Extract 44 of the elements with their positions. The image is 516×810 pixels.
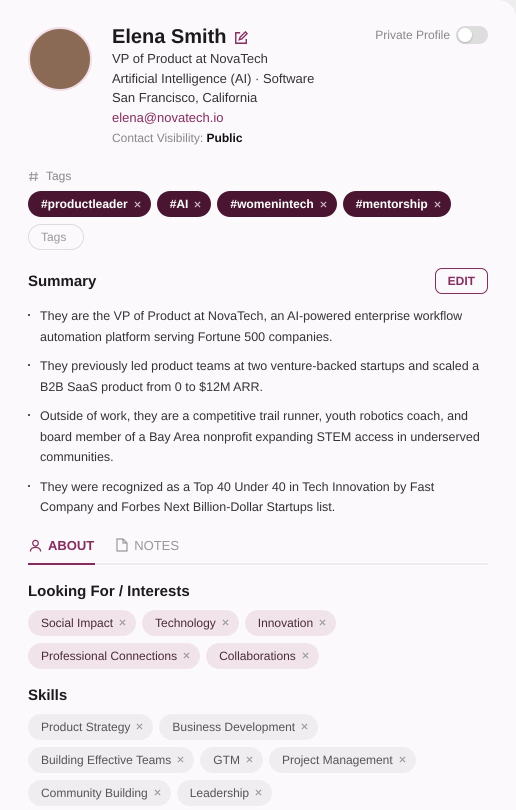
remove-icon[interactable] bbox=[434, 200, 441, 208]
edit-button[interactable]: EDIT bbox=[434, 268, 488, 294]
skills-heading: Skills bbox=[28, 686, 68, 704]
summary-bullet-text: They are the VP of Product at NovaTech, an AI-powered enterprise workflow automation platform serving Fortune 500 companies. bbox=[40, 308, 464, 346]
job-title: VP of Product at NovaTech bbox=[112, 50, 269, 68]
summary-bullet-text: They previously led product teams at two venture-backed startups and scaled a B2B SaaS product from 0 to $12M ARR. bbox=[40, 358, 480, 396]
skill-chip[interactable]: Building Effective Teams bbox=[28, 746, 194, 772]
visibility-label: Contact Visibility: bbox=[112, 131, 204, 145]
profile-name: Elena Smith bbox=[112, 26, 226, 49]
summary-bullet-text: Outside of work, they are a competitive trail runner, youth robotics coach, and board member of a Bay Area nonprofit expanding STEM access in underserved communities. bbox=[40, 408, 481, 466]
tag-chip[interactable]: #productleader bbox=[28, 191, 151, 217]
skill-chip[interactable]: Community Building bbox=[28, 780, 171, 806]
location-text: San Francisco, California bbox=[112, 89, 258, 107]
interest-chip[interactable]: Technology bbox=[142, 610, 239, 636]
skill-chip[interactable]: Business Development bbox=[159, 714, 318, 740]
tags-label: Tags bbox=[46, 169, 72, 183]
skill-chip[interactable]: GTM bbox=[200, 746, 263, 772]
email-link[interactable]: elena@novatech.io bbox=[112, 108, 314, 127]
interest-chip[interactable]: Collaborations bbox=[206, 642, 319, 668]
skill-chip[interactable]: Project Management bbox=[268, 746, 416, 772]
summary-heading: Summary bbox=[28, 272, 96, 290]
summary-bullet-text: They were recognized as a Top 40 Under 40 in Tech Innovation by Fast Company and Forbes Next Billion-Dollar Startups list. bbox=[40, 478, 436, 516]
remove-icon[interactable] bbox=[194, 200, 202, 208]
tab[interactable]: ABOUT bbox=[28, 534, 96, 564]
interests-heading: Looking For / Interests bbox=[28, 582, 191, 600]
hash-icon bbox=[28, 170, 39, 182]
interest-chip[interactable]: Social Impact bbox=[28, 610, 136, 636]
interest-chip[interactable]: Innovation bbox=[244, 610, 336, 636]
remove-icon[interactable] bbox=[134, 200, 141, 208]
industry-text: Artificial Intelligence (AI) · Software bbox=[112, 70, 314, 88]
private-profile-toggle[interactable] bbox=[456, 26, 488, 44]
tag-chip[interactable]: #AI bbox=[156, 191, 212, 217]
tag-chip[interactable]: #womenintech bbox=[217, 191, 337, 217]
edit-icon[interactable] bbox=[234, 30, 248, 44]
private-profile-label: Private Profile bbox=[375, 28, 450, 42]
skill-chip[interactable]: Product Strategy bbox=[28, 714, 154, 740]
tag-input-field[interactable]: Tags bbox=[28, 224, 84, 250]
tag-chip[interactable]: #mentorship bbox=[342, 191, 451, 217]
remove-icon[interactable] bbox=[320, 200, 327, 208]
document-icon bbox=[116, 538, 128, 552]
visibility-value: Public bbox=[206, 131, 243, 145]
person-icon bbox=[29, 538, 42, 552]
skill-chip[interactable]: Leadership bbox=[176, 780, 272, 806]
interest-chip[interactable]: Professional Connections bbox=[28, 642, 200, 668]
